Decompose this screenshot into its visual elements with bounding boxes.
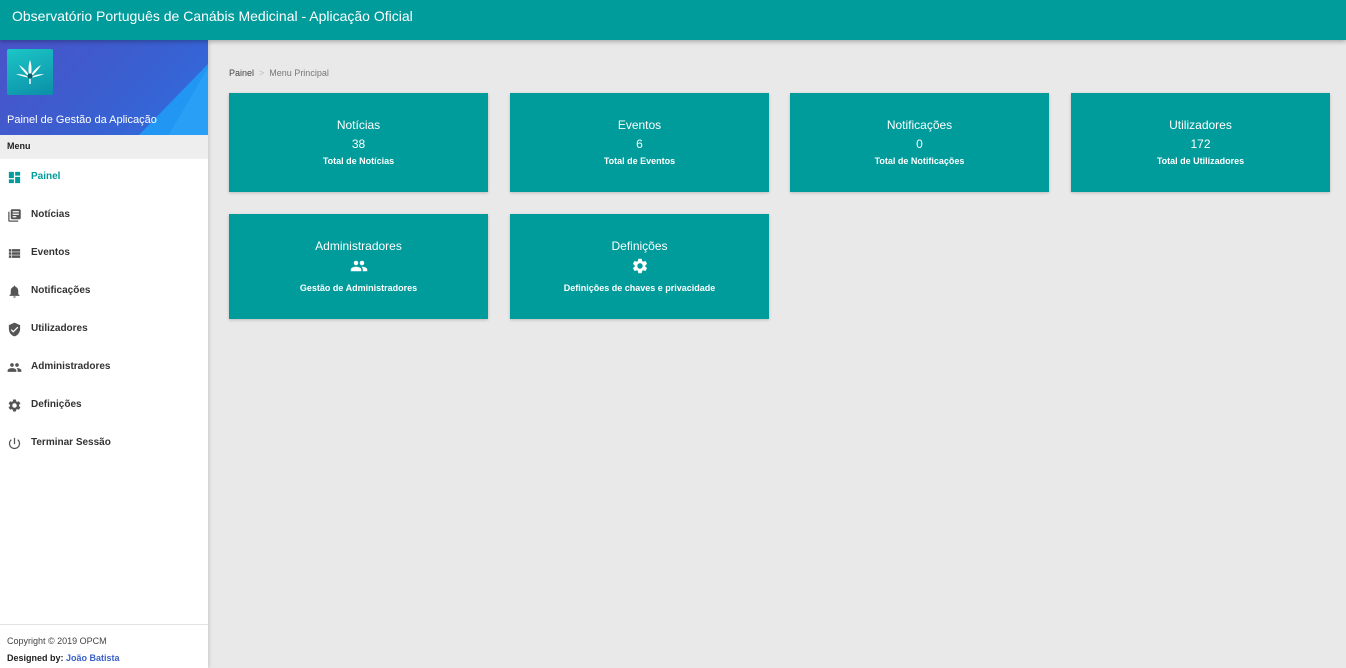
sidebar-nav: Painel Notícias Eventos Notificações Uti… [0, 159, 208, 463]
card-title: Notícias [336, 118, 381, 132]
sidebar-item-label: Administradores [31, 361, 111, 372]
card-value: 0 [916, 137, 923, 151]
sidebar-footer: Copyright © 2019 OPCM Designed by: João … [0, 624, 208, 668]
top-app-bar: Observatório Português de Canábis Medici… [0, 0, 1346, 40]
sidebar-item-label: Painel [31, 171, 61, 182]
card-subtitle: Definições de chaves e privacidade [563, 283, 716, 293]
breadcrumb-home[interactable]: Painel [229, 68, 254, 78]
card-subtitle: Total de Notícias [322, 156, 395, 166]
header-decoration [168, 68, 208, 135]
card-value: 38 [351, 137, 366, 151]
designer-link[interactable]: João Batista [66, 653, 120, 663]
sidebar-item-painel[interactable]: Painel [0, 159, 208, 197]
people-icon [350, 260, 367, 272]
card-definicoes[interactable]: Definições Definições de chaves e privac… [510, 214, 769, 319]
list-icon [8, 249, 21, 258]
card-eventos[interactable]: Eventos 6 Total de Eventos [510, 93, 769, 192]
sidebar-item-definicoes[interactable]: Definições [0, 387, 208, 425]
cannabis-leaf-logo-icon [7, 49, 53, 95]
sidebar-item-terminar-sessao[interactable]: Terminar Sessão [0, 425, 208, 463]
card-title: Notificações [886, 118, 953, 132]
sidebar: Painel de Gestão da Aplicação Menu Paine… [0, 40, 208, 668]
sidebar-item-label: Utilizadores [31, 323, 88, 334]
breadcrumb: Painel > Menu Principal [229, 68, 329, 78]
card-subtitle: Total de Eventos [603, 156, 676, 166]
card-subtitle: Total de Utilizadores [1156, 156, 1245, 166]
sidebar-item-label: Definições [31, 399, 82, 410]
card-notificacoes[interactable]: Notificações 0 Total de Notificações [790, 93, 1049, 192]
sidebar-item-utilizadores[interactable]: Utilizadores [0, 311, 208, 349]
sidebar-item-label: Notícias [31, 209, 70, 220]
shield-check-icon [8, 322, 21, 337]
card-noticias[interactable]: Notícias 38 Total de Notícias [229, 93, 488, 192]
sidebar-item-label: Terminar Sessão [31, 437, 111, 448]
people-icon [7, 363, 22, 372]
bell-icon [9, 285, 20, 298]
dashboard-icon [8, 171, 21, 184]
sidebar-item-label: Notificações [31, 285, 91, 296]
panel-title: Painel de Gestão da Aplicação [7, 114, 157, 126]
card-title: Definições [611, 239, 668, 253]
gear-icon [8, 399, 21, 412]
card-subtitle: Total de Notificações [874, 156, 965, 166]
card-utilizadores[interactable]: Utilizadores 172 Total de Utilizadores [1071, 93, 1330, 192]
card-title: Eventos [617, 118, 662, 132]
app-title: Observatório Português de Canábis Medici… [12, 8, 413, 24]
breadcrumb-separator: > [259, 68, 265, 78]
sidebar-item-eventos[interactable]: Eventos [0, 235, 208, 273]
sidebar-item-label: Eventos [31, 247, 70, 258]
card-value: 172 [1190, 137, 1211, 151]
breadcrumb-current: Menu Principal [269, 68, 329, 78]
menu-section-label: Menu [0, 135, 208, 159]
card-administradores[interactable]: Administradores Gestão de Administradore… [229, 214, 488, 319]
newspaper-icon [8, 209, 21, 222]
copyright-text: Copyright © 2019 OPCM [7, 636, 107, 646]
card-value: 6 [636, 137, 643, 151]
gear-icon [632, 258, 647, 274]
sidebar-item-noticias[interactable]: Notícias [0, 197, 208, 235]
card-title: Utilizadores [1169, 118, 1232, 132]
power-icon [8, 437, 21, 450]
card-subtitle: Gestão de Administradores [299, 283, 418, 293]
sidebar-header: Painel de Gestão da Aplicação [0, 40, 208, 135]
designed-by-label: Designed by: [7, 653, 64, 663]
sidebar-item-notificacoes[interactable]: Notificações [0, 273, 208, 311]
designed-by: Designed by: João Batista [7, 653, 208, 663]
sidebar-item-administradores[interactable]: Administradores [0, 349, 208, 387]
card-title: Administradores [315, 239, 402, 253]
